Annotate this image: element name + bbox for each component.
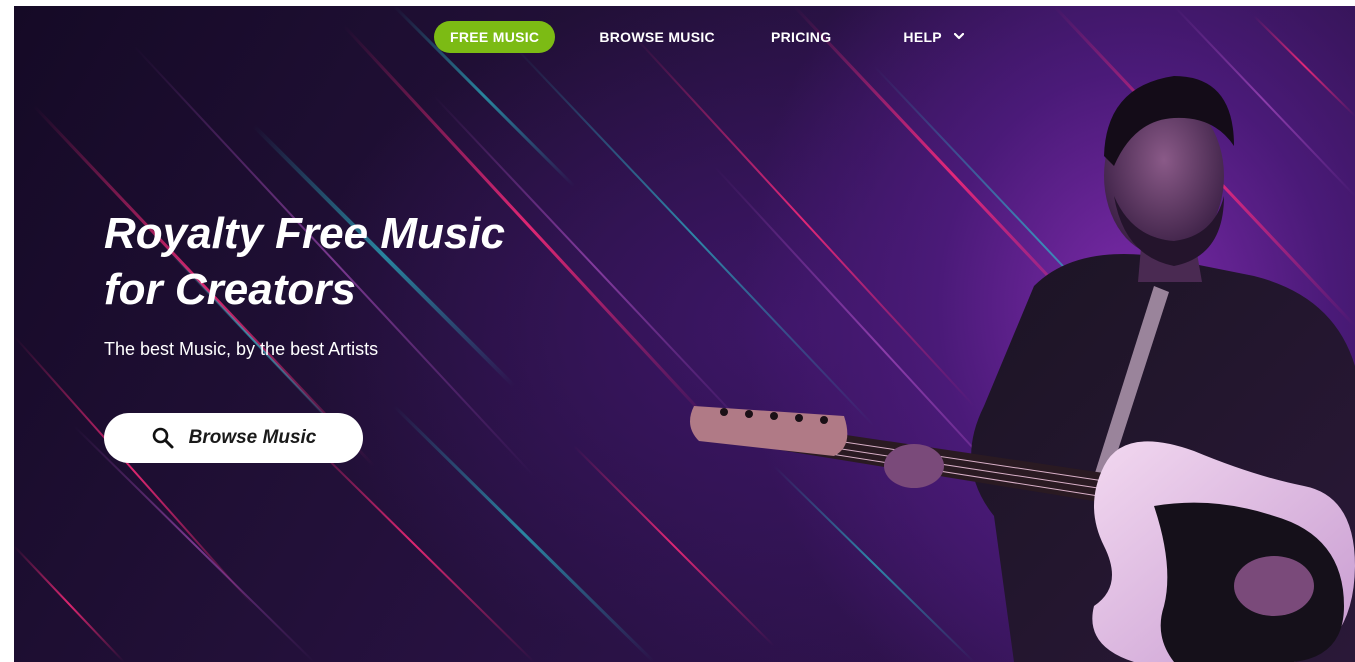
nav-help[interactable]: HELP [887, 21, 980, 53]
browse-music-button-label: Browse Music [188, 427, 317, 448]
nav-browse-music[interactable]: BROWSE MUSIC [583, 21, 731, 53]
search-icon [152, 427, 174, 449]
hero-title-line2: for Creators [104, 265, 356, 314]
hero-title-line1: Royalty Free Music [104, 209, 506, 258]
nav-pricing[interactable]: PRICING [755, 21, 847, 53]
hero-banner: FREE MUSIC BROWSE MUSIC PRICING HELP Roy… [14, 6, 1355, 662]
chevron-down-icon [953, 33, 964, 40]
hero-title: Royalty Free Music for Creators [104, 206, 624, 318]
main-nav: FREE MUSIC BROWSE MUSIC PRICING HELP [434, 20, 980, 54]
guitarist-photo [690, 76, 1355, 662]
hero-subtitle: The best Music, by the best Artists [104, 339, 379, 359]
nav-help-label: HELP [903, 29, 942, 45]
browse-music-button[interactable]: Browse Music [104, 413, 363, 463]
nav-free-music[interactable]: FREE MUSIC [434, 21, 556, 53]
